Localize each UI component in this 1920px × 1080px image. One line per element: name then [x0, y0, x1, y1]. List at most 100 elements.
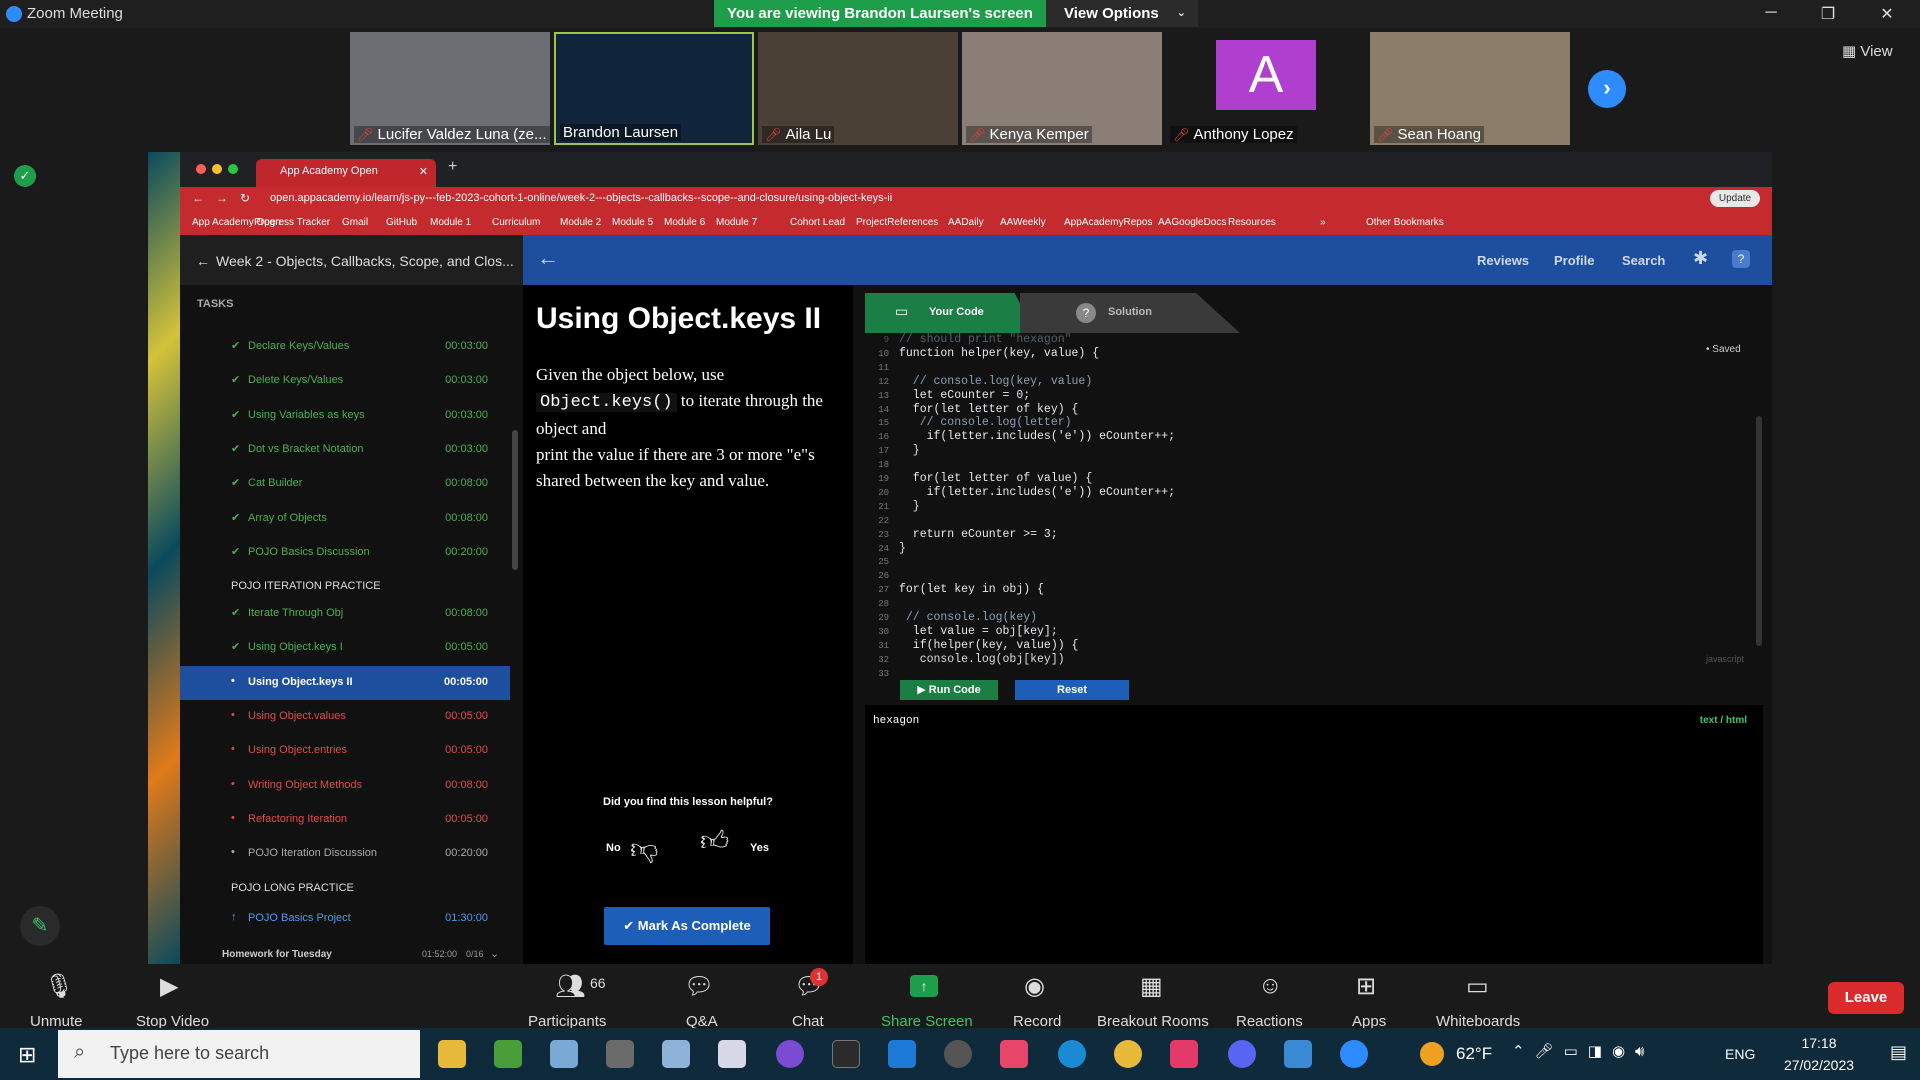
- browser-tab[interactable]: App Academy Open ✕: [256, 159, 436, 187]
- restore-icon[interactable]: ❐: [1813, 4, 1843, 24]
- apps-icon[interactable]: ⊞: [1356, 972, 1376, 1001]
- app-icon[interactable]: [606, 1040, 634, 1068]
- sidebar-scrollbar[interactable]: [512, 430, 518, 570]
- bookmark-item[interactable]: AADaily: [948, 217, 984, 228]
- task-item[interactable]: ✔ Using Object.keys I 00:05:00: [180, 631, 510, 665]
- bookmark-item[interactable]: Cohort Lead: [790, 217, 845, 228]
- back-arrow-icon[interactable]: ←: [196, 253, 210, 269]
- video-camera-icon[interactable]: ▶︎: [160, 972, 178, 1001]
- video-tile-active-speaker[interactable]: Brandon Laursen: [554, 32, 754, 145]
- bookmark-item[interactable]: Progress Tracker: [254, 217, 330, 228]
- slack-icon[interactable]: ✱: [1693, 248, 1708, 269]
- chrome-icon[interactable]: [1114, 1040, 1142, 1068]
- minimize-icon[interactable]: ─: [1756, 4, 1786, 22]
- minimize-window-dot[interactable]: [212, 164, 222, 174]
- new-tab-icon[interactable]: +: [448, 158, 457, 176]
- nav-profile[interactable]: Profile: [1554, 253, 1594, 268]
- record-icon[interactable]: ◉: [1024, 972, 1045, 1001]
- github-desktop-icon[interactable]: [944, 1040, 972, 1068]
- task-item[interactable]: ↑ POJO Basics Project 01:30:00: [180, 902, 510, 936]
- bookmark-item[interactable]: Module 5: [612, 217, 653, 228]
- slack-icon[interactable]: [1000, 1040, 1028, 1068]
- thumbs-up-icon[interactable]: 👍︎: [700, 824, 729, 858]
- qa-icon[interactable]: 💬︎: [684, 972, 714, 1001]
- bookmark-item[interactable]: GitHub: [386, 217, 417, 228]
- task-item[interactable]: ✔ Cat Builder 00:08:00: [180, 467, 510, 501]
- task-item[interactable]: • Refactoring Iteration 00:05:00: [180, 803, 510, 837]
- task-item[interactable]: ✔ Array of Objects 00:08:00: [180, 502, 510, 536]
- task-item[interactable]: ✔ Declare Keys/Values 00:03:00: [180, 330, 510, 364]
- edge-icon[interactable]: [1058, 1040, 1086, 1068]
- task-item[interactable]: • Writing Object Methods 00:08:00: [180, 769, 510, 803]
- reload-icon[interactable]: ↻: [240, 191, 250, 205]
- clock-time[interactable]: 17:18: [1774, 1035, 1864, 1051]
- annotate-pencil-icon[interactable]: ✎: [20, 906, 60, 946]
- week-header[interactable]: ← Week 2 - Objects, Callbacks, Scope, and…: [180, 235, 523, 285]
- gallery-next-button[interactable]: ›: [1588, 70, 1626, 108]
- task-item[interactable]: • Using Object.entries 00:05:00: [180, 734, 510, 768]
- video-tile[interactable]: 🎤︎ Sean Hoang: [1370, 32, 1570, 145]
- app-icon[interactable]: [550, 1040, 578, 1068]
- terminal-icon[interactable]: [832, 1040, 860, 1068]
- zoom-icon[interactable]: [1340, 1040, 1368, 1068]
- taskbar-search[interactable]: ⌕ Type here to search: [58, 1030, 420, 1078]
- app-icon[interactable]: [662, 1040, 690, 1068]
- task-item[interactable]: • POJO Iteration Discussion 00:20:00: [180, 837, 510, 871]
- bookmark-item[interactable]: Curriculum: [492, 217, 540, 228]
- leave-button[interactable]: Leave: [1828, 982, 1904, 1014]
- reactions-icon[interactable]: ☺︎: [1258, 972, 1283, 1000]
- bookmark-item[interactable]: Gmail: [342, 217, 368, 228]
- back-icon[interactable]: ←: [192, 191, 204, 205]
- run-code-button[interactable]: ▶ Run Code: [900, 680, 998, 700]
- windows-start-icon[interactable]: ⊞: [18, 1042, 36, 1068]
- photos-icon[interactable]: [1284, 1040, 1312, 1068]
- task-item[interactable]: ✔ Iterate Through Obj 00:08:00: [180, 597, 510, 631]
- nav-search[interactable]: Search: [1622, 253, 1665, 268]
- app-icon[interactable]: [494, 1040, 522, 1068]
- reset-button[interactable]: Reset: [1015, 680, 1129, 700]
- task-item[interactable]: ✔ Dot vs Bracket Notation 00:03:00: [180, 433, 510, 467]
- podcast-icon[interactable]: [776, 1040, 804, 1068]
- bookmark-item[interactable]: Module 7: [716, 217, 757, 228]
- homework-group[interactable]: Homework for Tuesday 01:52:00 0/16 ⌄: [180, 947, 510, 964]
- app-icon[interactable]: [1170, 1040, 1198, 1068]
- language-indicator[interactable]: ENG: [1725, 1046, 1755, 1062]
- code-editor[interactable]: 9 // should print "hexagon" 10 function hel…: [865, 333, 1765, 679]
- file-explorer-icon[interactable]: [438, 1040, 466, 1068]
- video-tile[interactable]: 🎤︎ Kenya Kemper: [962, 32, 1162, 145]
- notepad-icon[interactable]: [718, 1040, 746, 1068]
- weather-icon[interactable]: [1420, 1042, 1444, 1066]
- view-layout-button[interactable]: ▦ View: [1842, 42, 1893, 60]
- mark-complete-button[interactable]: ✔ Mark As Complete: [604, 907, 770, 945]
- back-arrow-icon[interactable]: ←: [537, 245, 559, 271]
- system-tray-icons[interactable]: ⌃🎤︎▭◨◉🔊︎: [1512, 1042, 1655, 1060]
- bookmark-item[interactable]: Module 6: [664, 217, 705, 228]
- update-button[interactable]: Update: [1710, 190, 1760, 207]
- whiteboard-icon[interactable]: ▭: [1466, 972, 1489, 1001]
- view-options-button[interactable]: View Options ⌄: [1046, 0, 1198, 27]
- breakout-rooms-icon[interactable]: ▦: [1140, 972, 1163, 1001]
- bookmark-item[interactable]: Other Bookmarks: [1366, 217, 1444, 228]
- close-tab-icon[interactable]: ✕: [419, 165, 428, 178]
- url-field[interactable]: open.appacademy.io/learn/js-py---feb-202…: [270, 189, 1400, 209]
- mic-muted-icon[interactable]: 🎙︎: [44, 972, 74, 1001]
- close-icon[interactable]: ✕: [1872, 4, 1902, 24]
- participants-icon[interactable]: 👥︎: [555, 972, 585, 1001]
- bookmark-item[interactable]: Module 1: [430, 217, 471, 228]
- nav-reviews[interactable]: Reviews: [1477, 253, 1529, 268]
- bookmark-item[interactable]: Module 2: [560, 217, 601, 228]
- video-tile[interactable]: A 🎤︎ Anthony Lopez: [1166, 32, 1366, 145]
- task-item-active[interactable]: • Using Object.keys II 00:05:00: [180, 665, 510, 700]
- task-item[interactable]: ✔ Using Variables as keys 00:03:00: [180, 399, 510, 433]
- vscode-icon[interactable]: [888, 1040, 916, 1068]
- video-tile[interactable]: 🎤︎ Lucifer Valdez Luna (ze...: [350, 32, 550, 145]
- maximize-window-dot[interactable]: [228, 164, 238, 174]
- video-tile[interactable]: 🎤︎ Aila Lu: [758, 32, 958, 145]
- discord-icon[interactable]: [1228, 1040, 1256, 1068]
- close-window-dot[interactable]: [196, 164, 206, 174]
- tab-your-code[interactable]: ▭ Your Code: [865, 293, 1035, 333]
- bookmark-item[interactable]: Resources: [1228, 217, 1276, 228]
- task-item[interactable]: ✔ POJO Basics Discussion 00:20:00: [180, 536, 510, 570]
- bookmark-item[interactable]: AAGoogleDocs: [1158, 217, 1226, 228]
- task-item[interactable]: • Using Object.values 00:05:00: [180, 700, 510, 734]
